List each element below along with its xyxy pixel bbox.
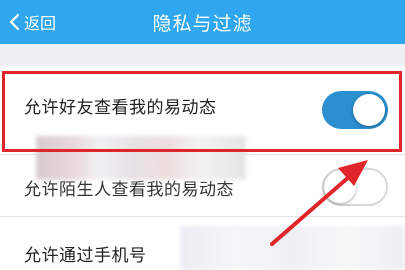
setting-label-friends: 允许好友查看我的易动态 <box>24 98 217 118</box>
friends-visibility-toggle[interactable] <box>322 91 388 129</box>
strangers-visibility-toggle[interactable] <box>322 168 388 206</box>
setting-label-phone: 允许通过手机号 <box>24 246 147 266</box>
privacy-blur-overlay <box>180 226 405 270</box>
page-title: 隐私与过滤 <box>152 12 253 35</box>
top-bar: 返回 隐私与过滤 <box>0 0 405 44</box>
privacy-blur-overlay <box>36 136 246 180</box>
section-gap <box>0 44 405 66</box>
toggle-knob <box>324 171 356 203</box>
toggle-knob <box>353 94 385 126</box>
